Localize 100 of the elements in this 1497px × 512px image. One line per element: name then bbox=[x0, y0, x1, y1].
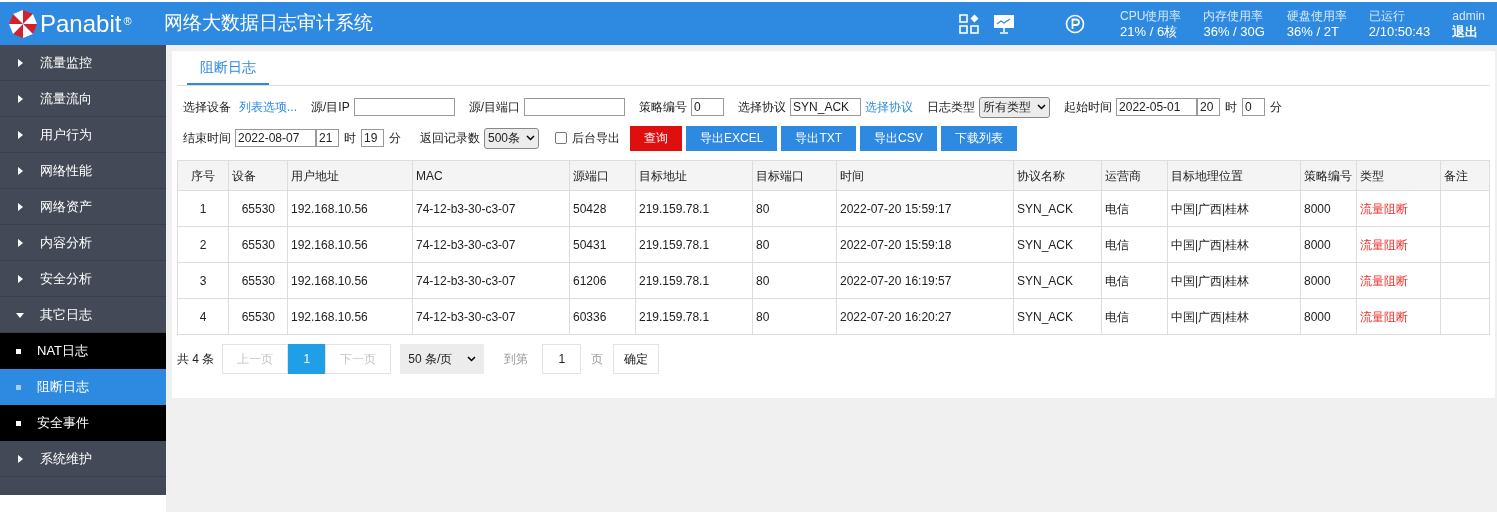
input-field[interactable] bbox=[524, 98, 626, 116]
table-cell: 74-12-b3-30-c3-07 bbox=[412, 226, 570, 263]
table-cell: 65530 bbox=[228, 298, 288, 335]
table-cell: 8000 bbox=[1300, 298, 1357, 335]
table-cell: SYN_ACK bbox=[1013, 226, 1102, 263]
table-cell bbox=[1440, 262, 1490, 299]
checkbox[interactable] bbox=[555, 132, 568, 144]
table-cell: SYN_ACK bbox=[1013, 190, 1102, 227]
chevron-down-icon bbox=[526, 135, 536, 141]
column-header: 目标端口 bbox=[752, 160, 837, 191]
input-field[interactable]: 2022-05-01 bbox=[1116, 98, 1198, 116]
table-cell: 80 bbox=[752, 226, 837, 263]
chevron-down-icon bbox=[467, 356, 477, 362]
table-cell: 65530 bbox=[228, 190, 288, 227]
apps-icon[interactable] bbox=[959, 13, 980, 34]
column-header: 类型 bbox=[1356, 160, 1441, 191]
table-cell: 50431 bbox=[569, 226, 636, 263]
table-cell: 50428 bbox=[569, 190, 636, 227]
table-cell: 192.168.10.56 bbox=[287, 298, 413, 335]
stat-value: 2/10:50:43 bbox=[1368, 23, 1431, 40]
filter-label: 选择协议 bbox=[738, 99, 787, 116]
table-cell: 2022-07-20 15:59:17 bbox=[836, 190, 1014, 227]
input-field[interactable] bbox=[353, 98, 455, 116]
table-cell: 60336 bbox=[569, 298, 636, 335]
username: admin bbox=[1452, 7, 1485, 24]
caret-icon bbox=[16, 310, 24, 319]
submenu-item[interactable]: NAT日志 bbox=[0, 333, 166, 369]
column-header: 源端口 bbox=[569, 160, 636, 191]
input-field[interactable]: 21 bbox=[316, 129, 339, 147]
column-header: 用户地址 bbox=[287, 160, 413, 191]
table-cell: 1 bbox=[177, 190, 229, 227]
filter-label: 返回记录数 bbox=[420, 130, 480, 147]
table-cell: 2022-07-20 15:59:18 bbox=[836, 226, 1014, 263]
export-button[interactable]: 导出TXT bbox=[781, 125, 857, 151]
table-cell: 219.159.78.1 bbox=[635, 298, 753, 335]
submenu-item[interactable]: 阻断日志 bbox=[0, 369, 166, 405]
table-cell: 3 bbox=[177, 262, 229, 299]
table-cell: 流量阻断 bbox=[1356, 226, 1441, 263]
input-field[interactable]: SYN_ACK bbox=[790, 98, 862, 116]
caret-icon bbox=[16, 202, 24, 211]
stat-label: CPU使用率 bbox=[1120, 7, 1182, 24]
unit-label: 时 bbox=[1225, 99, 1238, 116]
filter-label: 选择设备 bbox=[183, 99, 231, 116]
app-title: 网络大数据日志审计系统 bbox=[164, 11, 373, 36]
unit-label: 分 bbox=[389, 130, 401, 147]
stat-value: 36% / 2T bbox=[1286, 23, 1340, 40]
table-cell: 80 bbox=[752, 190, 837, 227]
bullet-icon bbox=[16, 348, 21, 354]
registered-mark: ® bbox=[123, 13, 132, 29]
table-cell: 4 bbox=[177, 298, 229, 335]
export-button[interactable]: 导出EXCEL bbox=[686, 125, 778, 151]
table-cell: 74-12-b3-30-c3-07 bbox=[412, 190, 570, 227]
table-cell: 219.159.78.1 bbox=[635, 262, 753, 299]
link[interactable]: 选择协议 bbox=[865, 98, 914, 116]
query-button[interactable]: 查询 bbox=[630, 125, 683, 151]
stat-label: 已运行 bbox=[1368, 7, 1406, 24]
input-field[interactable]: 0 bbox=[1242, 98, 1266, 116]
export-button[interactable]: 导出CSV bbox=[860, 125, 937, 151]
bullet-icon bbox=[16, 384, 21, 390]
tab[interactable]: 阻断日志 bbox=[187, 51, 269, 85]
select-field[interactable]: 所有类型 bbox=[979, 96, 1051, 118]
link[interactable]: 列表选项... bbox=[239, 98, 297, 116]
confirm-button[interactable]: 确定 bbox=[613, 344, 660, 374]
table-cell: 192.168.10.56 bbox=[287, 262, 413, 299]
caret-icon bbox=[16, 238, 24, 247]
goto-label: 到第 bbox=[504, 351, 529, 368]
table-cell: 192.168.10.56 bbox=[287, 226, 413, 263]
export-button[interactable]: 下载列表 bbox=[940, 125, 1017, 151]
filter-label: 源/目端口 bbox=[468, 99, 521, 116]
stat-label: 内存使用率 bbox=[1203, 7, 1265, 24]
table-cell: 80 bbox=[752, 262, 837, 299]
input-field[interactable]: 2022-08-07 bbox=[235, 129, 316, 147]
table-cell: 流量阻断 bbox=[1356, 190, 1441, 227]
presentation-board-icon[interactable] bbox=[993, 13, 1016, 34]
table-cell: 8000 bbox=[1300, 190, 1357, 227]
page-size-select[interactable]: 50 条/页 bbox=[400, 344, 485, 374]
caret-icon bbox=[16, 94, 24, 103]
umbrella-logo-icon bbox=[8, 8, 38, 39]
column-header: 策略编号 bbox=[1300, 160, 1357, 191]
submenu-item[interactable]: 安全事件 bbox=[0, 405, 166, 441]
input-field[interactable]: 19 bbox=[361, 129, 384, 147]
filter-label: 日志类型 bbox=[927, 99, 976, 116]
select-field[interactable]: 500条 bbox=[484, 127, 540, 149]
caret-icon bbox=[16, 166, 24, 175]
table-cell: 61206 bbox=[569, 262, 636, 299]
table-cell: 192.168.10.56 bbox=[287, 190, 413, 227]
page-input[interactable]: 1 bbox=[542, 344, 582, 374]
caret-icon bbox=[16, 58, 24, 67]
table-cell: 中国|广西|桂林 bbox=[1167, 298, 1301, 335]
input-field[interactable]: 20 bbox=[1197, 98, 1221, 116]
parking-circle-icon[interactable] bbox=[1065, 13, 1086, 34]
table-cell: SYN_ACK bbox=[1013, 262, 1102, 299]
unit-label: 时 bbox=[344, 130, 356, 147]
input-field[interactable]: 0 bbox=[691, 98, 725, 116]
table-cell: 2022-07-20 16:20:27 bbox=[836, 298, 1014, 335]
logout-link[interactable]: 退出 bbox=[1452, 23, 1485, 40]
stat-value: 36% / 30G bbox=[1203, 23, 1265, 40]
table-cell: 电信 bbox=[1101, 190, 1168, 227]
column-header: 运营商 bbox=[1101, 160, 1168, 191]
table-cell bbox=[1440, 190, 1490, 227]
